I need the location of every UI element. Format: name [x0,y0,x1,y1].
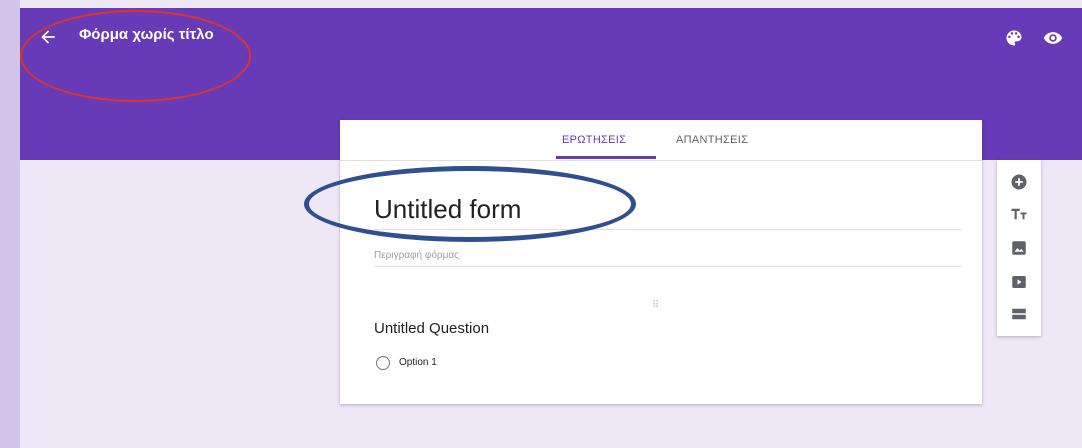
side-toolbar [997,160,1041,336]
palette-icon[interactable] [1004,28,1024,48]
option-label[interactable]: Option 1 [399,357,437,368]
active-tab-indicator [556,156,656,159]
left-border [0,0,20,448]
add-section-icon[interactable] [1009,304,1029,324]
preview-eye-icon[interactable] [1042,28,1064,48]
add-title-icon[interactable] [1009,204,1029,224]
form-description-input[interactable]: Περιγραφή φόρμας [374,250,459,261]
radio-button[interactable] [376,356,390,370]
add-video-icon[interactable] [1009,272,1029,292]
form-card: ΕΡΩΤΗΣΕΙΣ ΑΠΑΝΤΗΣΕΙΣ Untitled form Περιγ… [340,120,982,404]
add-image-icon[interactable] [1009,238,1029,258]
top-border [20,0,1082,8]
red-annotation-circle [20,10,251,102]
drag-handle-icon[interactable]: ⠿ [652,300,660,311]
tab-bar: ΕΡΩΤΗΣΕΙΣ ΑΠΑΝΤΗΣΕΙΣ [340,120,982,161]
description-underline [374,266,962,267]
question-title[interactable]: Untitled Question [374,320,489,337]
tab-questions[interactable]: ΕΡΩΤΗΣΕΙΣ [562,134,626,146]
tab-responses[interactable]: ΑΠΑΝΤΗΣΕΙΣ [676,134,748,146]
add-question-icon[interactable] [1009,172,1029,192]
blue-annotation-circle [304,166,636,242]
